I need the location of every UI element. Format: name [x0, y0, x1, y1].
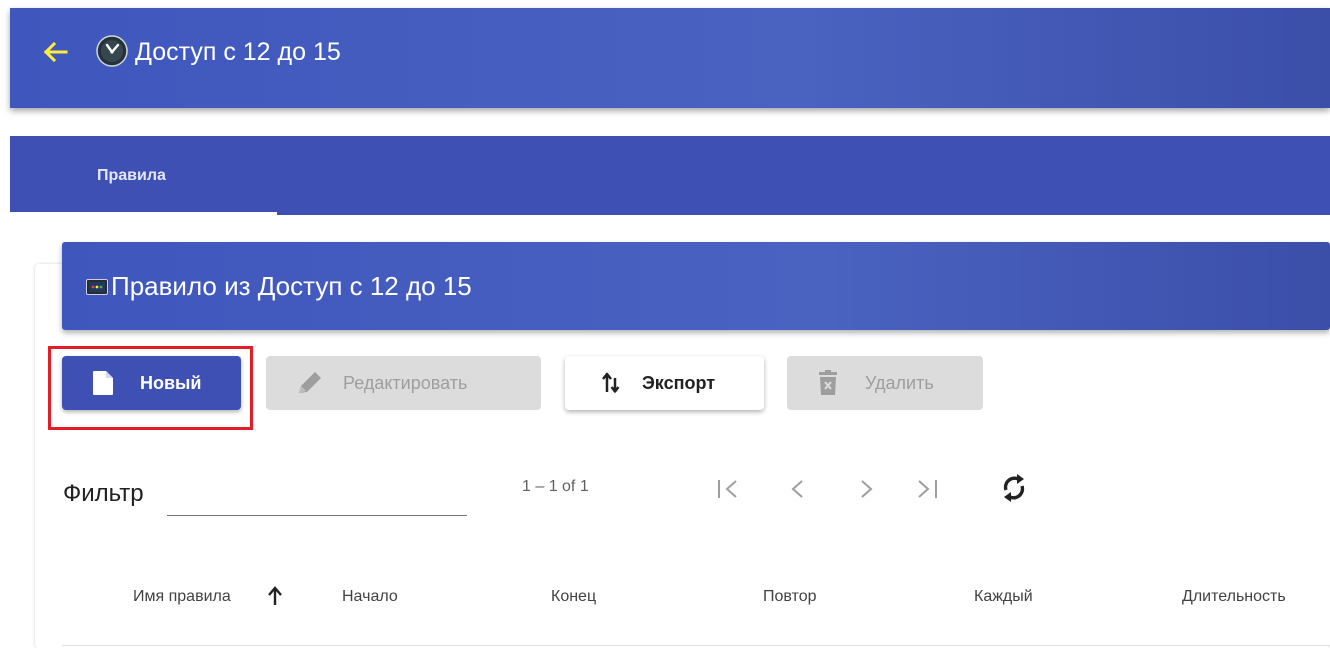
page-range-label: 1 – 1 of 1 — [522, 478, 589, 495]
tab-rules[interactable]: Правила — [10, 136, 277, 215]
export-button[interactable]: Экспорт — [565, 356, 764, 410]
new-button-label: Новый — [140, 373, 202, 393]
image-icon — [86, 279, 108, 295]
page-title: Доступ с 12 до 15 — [135, 38, 341, 66]
app-bar: Доступ с 12 до 15 — [10, 8, 1330, 108]
column-header-start[interactable]: Начало — [342, 588, 398, 606]
arrow-up-icon[interactable] — [265, 585, 285, 607]
new-button[interactable]: Новый — [62, 356, 241, 410]
prev-page-icon[interactable] — [783, 474, 813, 504]
table-header-divider — [62, 645, 1330, 646]
sort-arrows-icon — [598, 370, 624, 401]
tab-bar: Правила — [10, 136, 1330, 215]
trash-icon — [817, 370, 839, 401]
refresh-icon[interactable] — [996, 470, 1032, 506]
last-page-icon[interactable] — [911, 474, 941, 504]
clock-icon — [96, 35, 128, 67]
column-header-end[interactable]: Конец — [551, 588, 596, 606]
active-tab-indicator — [10, 212, 277, 215]
file-icon — [92, 370, 114, 401]
export-button-label: Экспорт — [642, 373, 716, 393]
pencil-icon — [296, 370, 324, 401]
tab-label: Правила — [97, 167, 166, 184]
column-header-name[interactable]: Имя правила — [133, 588, 231, 606]
filter-input[interactable] — [167, 476, 467, 516]
edit-button-label: Редактировать — [343, 373, 468, 393]
edit-button[interactable]: Редактировать — [266, 356, 541, 410]
delete-button[interactable]: Удалить — [787, 356, 983, 410]
delete-button-label: Удалить — [865, 373, 934, 393]
card-header: Правило из Доступ с 12 до 15 — [62, 242, 1330, 330]
column-header-repeat[interactable]: Повтор — [763, 588, 817, 606]
card-title: Правило из Доступ с 12 до 15 — [111, 271, 472, 301]
filter-label: Фильтр — [63, 480, 144, 507]
column-header-every[interactable]: Каждый — [974, 588, 1033, 606]
column-header-duration[interactable]: Длительность — [1182, 588, 1286, 606]
arrow-left-icon[interactable] — [38, 35, 72, 69]
next-page-icon[interactable] — [851, 474, 881, 504]
first-page-icon[interactable] — [714, 474, 744, 504]
